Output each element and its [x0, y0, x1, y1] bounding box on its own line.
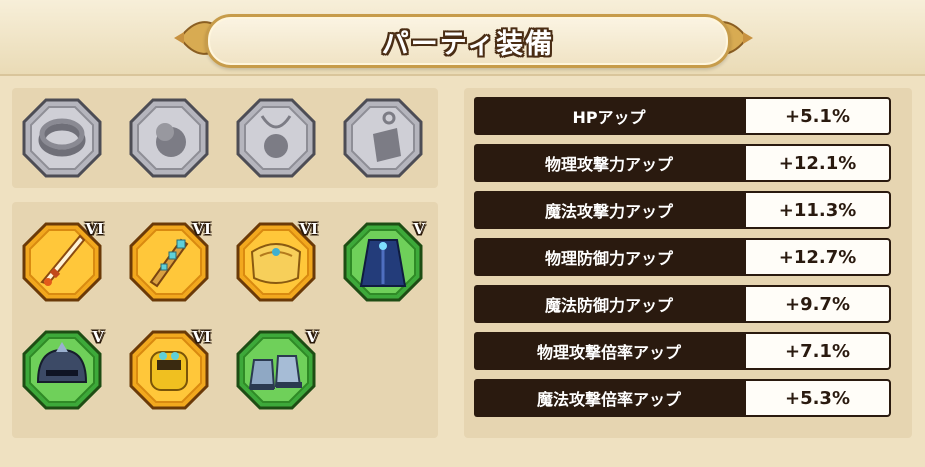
equip-slot-helmet[interactable]: V [22, 328, 104, 410]
stat-row-magic-multiplier: 魔法攻撃倍率アップ +5.3% [474, 379, 891, 417]
stat-row-physical-multiplier: 物理攻撃倍率アップ +7.1% [474, 332, 891, 370]
equip-slot-gauntlet[interactable]: VI [129, 328, 211, 410]
rank-badge: V [306, 328, 318, 346]
stat-label: 物理攻撃力アップ [474, 144, 744, 182]
stat-label: 物理防御力アップ [474, 238, 744, 276]
robe-icon [343, 222, 423, 302]
stat-value: +11.3% [744, 191, 891, 229]
equip-slot-armor[interactable]: VI [236, 220, 318, 302]
charm-silhouette-icon [343, 98, 423, 178]
orb-silhouette-icon [129, 98, 209, 178]
stat-row-magic-defense: 魔法防御力アップ +9.7% [474, 285, 891, 323]
stat-value: +7.1% [744, 332, 891, 370]
stat-row-physical-attack: 物理攻撃力アップ +12.1% [474, 144, 891, 182]
stat-value: +12.7% [744, 238, 891, 276]
rank-badge: VI [192, 328, 211, 346]
stat-value: +9.7% [744, 285, 891, 323]
stat-row-magic-attack: 魔法攻撃力アップ +11.3% [474, 191, 891, 229]
rank-badge: VI [192, 220, 211, 238]
equip-slot-robe[interactable]: V [343, 220, 425, 302]
page-title: パーティ装備 [381, 28, 555, 60]
stat-value: +5.3% [744, 379, 891, 417]
title-plate: パーティ装備 [205, 14, 731, 68]
equip-slot-sword[interactable]: VI [22, 220, 104, 302]
stat-value: +12.1% [744, 144, 891, 182]
locked-slot-charm[interactable] [343, 98, 423, 178]
boots-icon [236, 330, 316, 410]
stat-label: 魔法攻撃倍率アップ [474, 379, 744, 417]
stat-value: +5.1% [744, 97, 891, 135]
stat-row-hp: HPアップ +5.1% [474, 97, 891, 135]
rank-badge: V [92, 328, 104, 346]
locked-slot-necklace[interactable] [236, 98, 316, 178]
necklace-silhouette-icon [236, 98, 316, 178]
rank-badge: VI [85, 220, 104, 238]
stat-row-physical-defense: 物理防御力アップ +12.7% [474, 238, 891, 276]
rank-badge: VI [299, 220, 318, 238]
equip-slot-staff[interactable]: VI [129, 220, 211, 302]
stat-label: 魔法防御力アップ [474, 285, 744, 323]
equip-slot-boots[interactable]: V [236, 328, 318, 410]
rank-badge: V [413, 220, 425, 238]
stat-label: HPアップ [474, 97, 744, 135]
helmet-icon [22, 330, 102, 410]
stat-label: 物理攻撃倍率アップ [474, 332, 744, 370]
locked-slot-orb[interactable] [129, 98, 209, 178]
stat-label: 魔法攻撃力アップ [474, 191, 744, 229]
ring-silhouette-icon [22, 98, 102, 178]
locked-slot-ring[interactable] [22, 98, 102, 178]
